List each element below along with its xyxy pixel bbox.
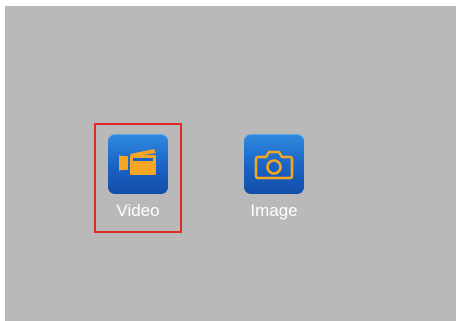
menu-item-label: Image: [250, 201, 298, 220]
camera-icon: [244, 134, 304, 194]
menu-item-video[interactable]: Video: [94, 123, 182, 233]
menu-item-image[interactable]: Image: [230, 123, 318, 233]
video-camera-icon: [108, 134, 168, 194]
menu-item-label: Video: [116, 201, 160, 220]
menu-screen: Video Image: [5, 6, 456, 321]
